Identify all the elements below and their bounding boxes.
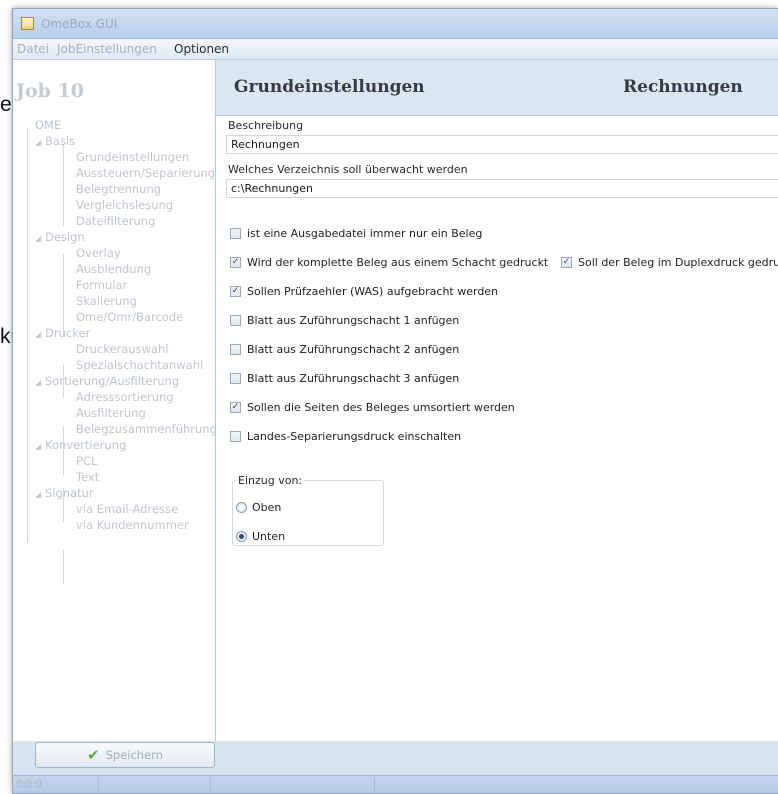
app-window: OmeBox GUI Datei JobEinstellungen Option… [12, 8, 778, 794]
collapse-triangle-icon[interactable]: ◢ [35, 330, 45, 339]
app-icon [21, 17, 34, 30]
tree-connector-line [27, 128, 28, 542]
checkmark-icon[interactable]: ✓ [561, 257, 572, 268]
description-label: Beschreibung [228, 119, 304, 132]
content-panel: Grundeinstellungen Rechnungen Beschreibu… [216, 60, 778, 741]
save-button-label: Speichern [105, 748, 163, 762]
radio-oben[interactable]: Oben [236, 501, 281, 514]
checkbox-tray-1[interactable]: Blatt aus Zuführungschacht 1 anfügen [230, 314, 459, 327]
tree-item-via-kundennummer[interactable]: via Kundennummer [76, 518, 189, 532]
collapse-triangle-icon[interactable]: ◢ [35, 234, 45, 243]
checkbox-unchecked-icon[interactable] [230, 315, 241, 326]
checkbox-tray-2[interactable]: Blatt aus Zuführungschacht 2 anfügen [230, 343, 459, 356]
bottom-toolbar: ✔ Speichern [13, 741, 778, 775]
checkbox-unchecked-icon[interactable] [230, 228, 241, 239]
tree-item-formular[interactable]: Formular [76, 278, 127, 292]
tree-group-signatur[interactable]: ◢ Signatur [35, 486, 94, 500]
checkbox-pruefzaehler[interactable]: ✓ Sollen Prüfzaehler (WAS) aufgebracht w… [230, 285, 498, 298]
tree-item-ausblendung[interactable]: Ausblendung [76, 262, 151, 276]
directory-label: Welches Verzeichnis soll überwacht werde… [228, 163, 468, 176]
tree-item-vergleichslesung[interactable]: Vergleichslesung [76, 198, 173, 212]
checkmark-icon[interactable]: ✓ [230, 257, 241, 268]
tree-connector-line [63, 144, 64, 226]
checkbox-duplex[interactable]: ✓ Soll der Beleg im Duplexdruck gedruckt [561, 256, 778, 269]
menu-optionen[interactable]: Optionen [174, 42, 229, 56]
tree-item-text[interactable]: Text [76, 470, 99, 484]
settings-form: Beschreibung Rechnungen Welches Verzeich… [216, 115, 778, 741]
tree-item-spezialschachtanwahl[interactable]: Spezialschachtanwahl [76, 358, 203, 372]
radio-selected-icon[interactable] [236, 531, 247, 542]
checkmark-icon: ✔ [87, 746, 100, 764]
job-name-title: Rechnungen [623, 77, 743, 97]
tree-item-grundeinstellungen[interactable]: Grundeinstellungen [76, 150, 189, 164]
tree-item-adresssortierung[interactable]: Adresssortierung [76, 390, 174, 404]
directory-input[interactable]: c:\Rechnungen [226, 179, 778, 198]
checkbox-tray-3[interactable]: Blatt aus Zuführungschacht 3 anfügen [230, 372, 459, 385]
tree-item-aussteuern[interactable]: Aussteuern/Separierung [76, 166, 215, 180]
checkbox-unchecked-icon[interactable] [230, 344, 241, 355]
tree-item-pcl[interactable]: PCL [76, 454, 97, 468]
tree-group-design[interactable]: ◢ Design [35, 230, 85, 244]
tree-item-belegzusammenfuehrung[interactable]: Belegzusammenführung [76, 422, 217, 436]
tree-item-ome[interactable]: OME [35, 118, 61, 132]
navigation-panel: Job 10 OME ◢ Basis Grundeinstellungen Aus… [13, 60, 217, 741]
status-bar: 0:0:0 [13, 775, 778, 793]
section-title: Grundeinstellungen [234, 77, 425, 97]
menu-bar: Datei JobEinstellungen Optionen [13, 39, 778, 60]
menu-datei[interactable]: Datei [17, 42, 49, 56]
tree-item-ausfilterung[interactable]: Ausfilterung [76, 406, 146, 420]
status-segment [99, 778, 211, 793]
checkmark-icon[interactable]: ✓ [230, 286, 241, 297]
collapse-triangle-icon[interactable]: ◢ [35, 138, 45, 147]
checkbox-unchecked-icon[interactable] [230, 373, 241, 384]
checkmark-icon[interactable]: ✓ [230, 402, 241, 413]
tree-item-dateifilterung[interactable]: Dateifilterung [76, 214, 155, 228]
tree-connector-line [63, 254, 64, 336]
tree-item-ome-omr-barcode[interactable]: Ome/Omr/Barcode [76, 310, 183, 324]
status-segment [13, 778, 99, 793]
tree-group-sortierung[interactable]: ◢ Sortierung/Ausfilterung [35, 374, 179, 388]
tree-item-skalierung[interactable]: Skalierung [76, 294, 137, 308]
collapse-triangle-icon[interactable]: ◢ [35, 378, 45, 387]
tree-item-druckerauswahl[interactable]: Druckerauswahl [76, 342, 169, 356]
checkbox-unchecked-icon[interactable] [230, 431, 241, 442]
tree-connector-line [63, 550, 64, 584]
radio-unten[interactable]: Unten [236, 530, 285, 543]
menu-jobeinstellungen[interactable]: JobEinstellungen [57, 42, 157, 56]
title-bar[interactable]: OmeBox GUI [13, 9, 778, 39]
tree-group-drucker[interactable]: ◢ Drucker [35, 326, 90, 340]
checkbox-resort-pages[interactable]: ✓ Sollen die Seiten des Beleges umsortie… [230, 401, 515, 414]
window-title: OmeBox GUI [41, 17, 118, 31]
save-button[interactable]: ✔ Speichern [35, 742, 215, 768]
tree-item-overlay[interactable]: Overlay [76, 246, 121, 260]
tree-group-basis[interactable]: ◢ Basis [35, 134, 75, 148]
description-input[interactable]: Rechnungen [226, 135, 778, 154]
checkbox-country-separation[interactable]: Landes-Separierungsdruck einschalten [230, 430, 461, 443]
tree-group-konvertierung[interactable]: ◢ Konvertierung [35, 438, 126, 452]
checkbox-single-document[interactable]: ist eine Ausgabedatei immer nur ein Bele… [230, 227, 482, 240]
radio-unselected-icon[interactable] [236, 502, 247, 513]
collapse-triangle-icon[interactable]: ◢ [35, 442, 45, 451]
collapse-triangle-icon[interactable]: ◢ [35, 490, 45, 499]
content-header: Grundeinstellungen Rechnungen [216, 60, 778, 115]
status-segment [211, 778, 375, 793]
tree-item-via-email[interactable]: via Email-Adresse [76, 502, 178, 516]
checkbox-single-tray[interactable]: ✓ Wird der komplette Beleg aus einem Sch… [230, 256, 548, 269]
job-title: Job 10 [16, 80, 85, 102]
feed-group-title: Einzug von: [236, 474, 305, 487]
tree-item-belegtrennung[interactable]: Belegtrennung [76, 182, 161, 196]
